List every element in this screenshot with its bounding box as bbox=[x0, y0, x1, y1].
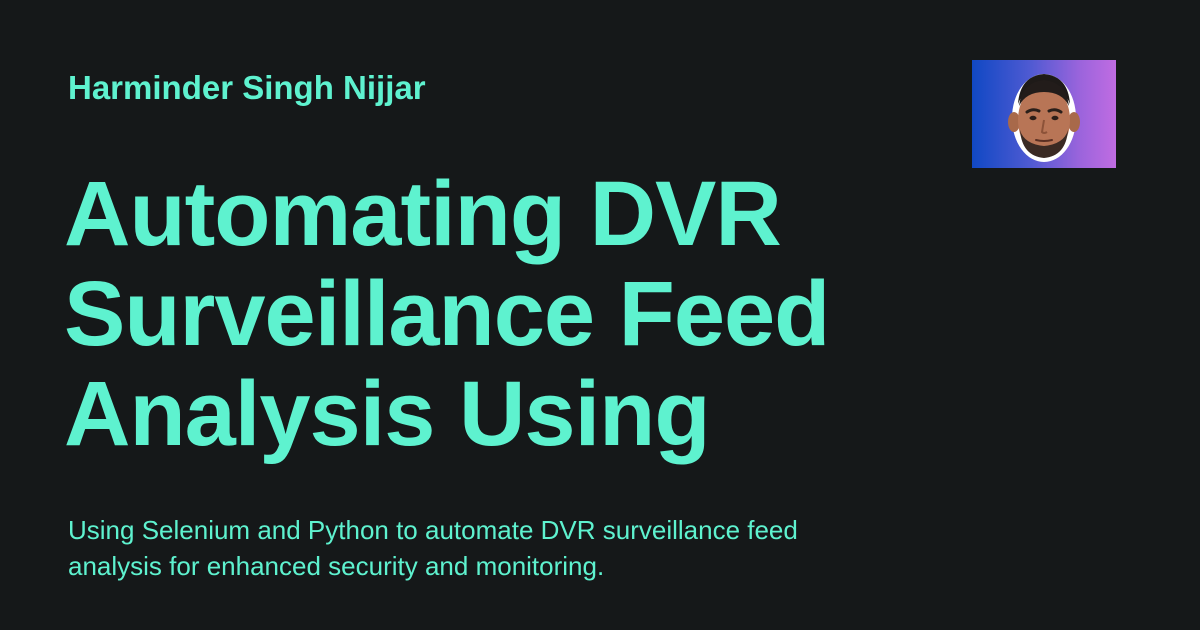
post-description: Using Selenium and Python to automate DV… bbox=[68, 515, 798, 581]
post-title-line-3: Analysis Using bbox=[64, 363, 711, 465]
post-title-line-2: Surveillance Feed bbox=[64, 263, 830, 365]
author-name: Harminder Singh Nijjar bbox=[68, 69, 426, 106]
social-card: Harminder Singh Nijjar Automating DVR Su… bbox=[0, 0, 1200, 630]
author-avatar bbox=[972, 60, 1116, 168]
post-title-line-1: Automating DVR bbox=[64, 163, 782, 265]
post-title: Automating DVR Surveillance Feed Analysi… bbox=[64, 164, 924, 464]
avatar-face-icon bbox=[1008, 74, 1080, 162]
